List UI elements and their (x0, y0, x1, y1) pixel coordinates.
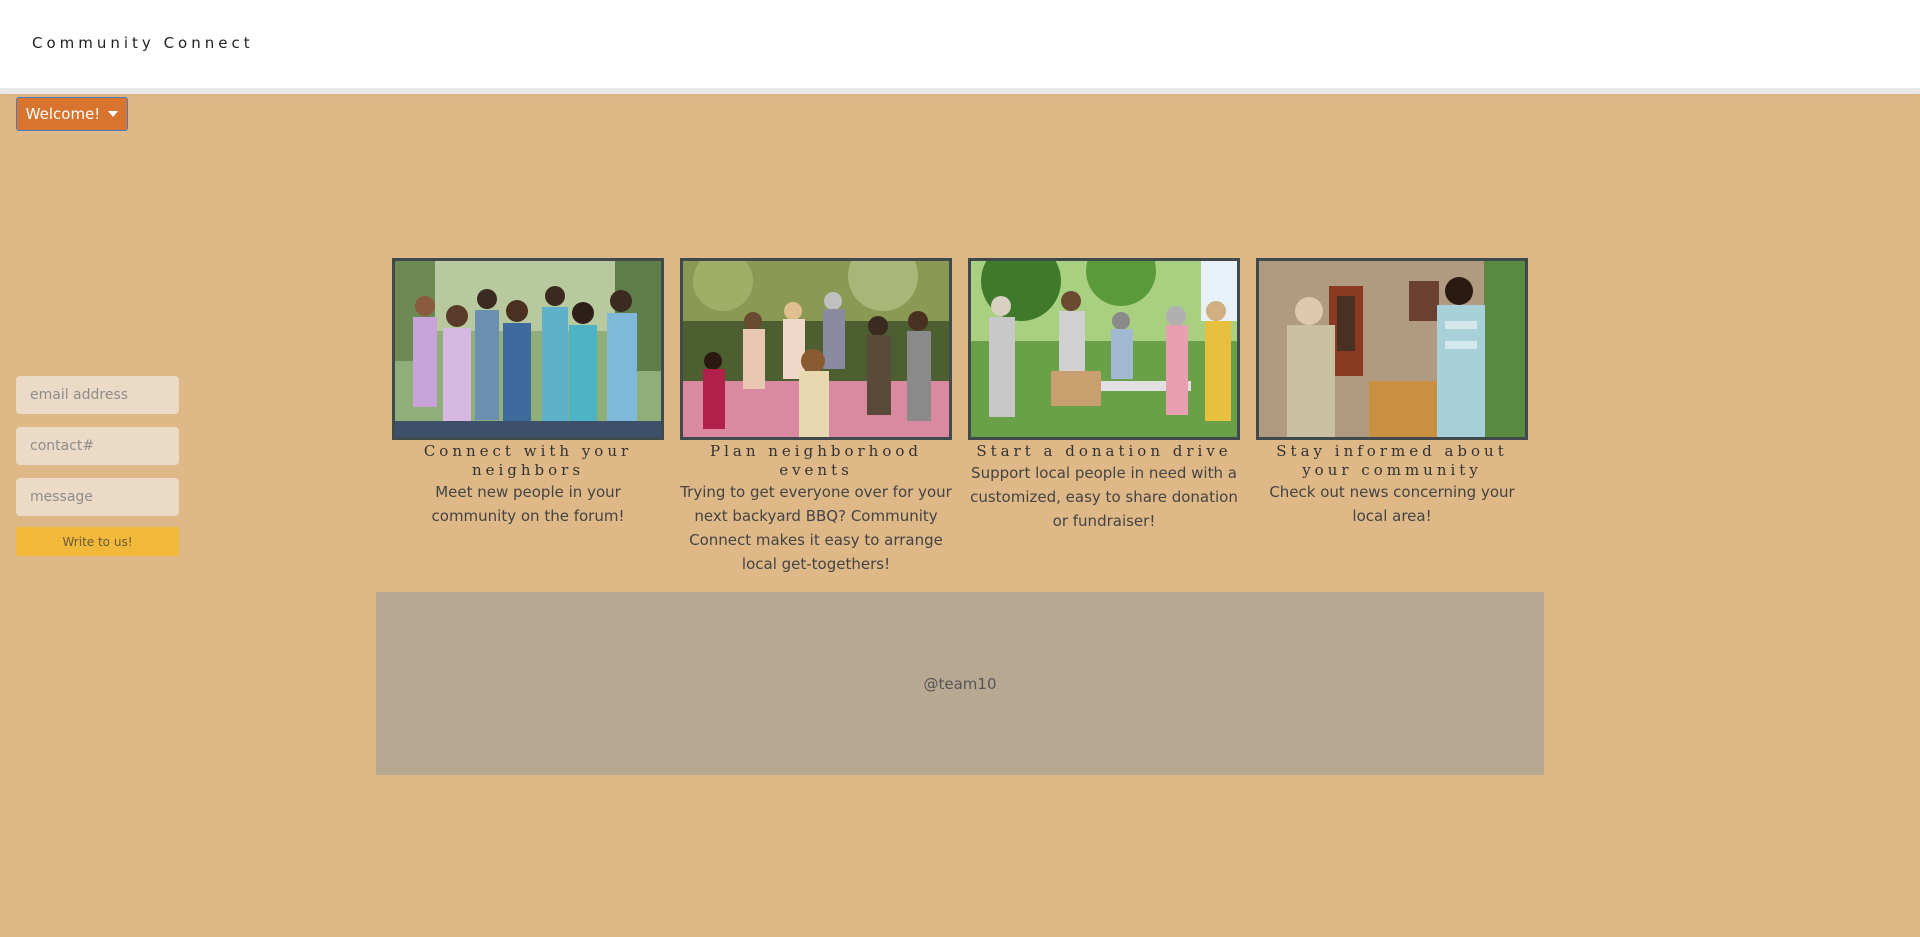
email-address-input[interactable]: email address (16, 376, 179, 414)
navbar-divider (0, 88, 1920, 94)
brand-title[interactable]: Community Connect (32, 34, 254, 52)
backyard-bbq-photo (680, 258, 952, 440)
footer: @team10 (376, 592, 1544, 775)
feature-description: Support local people in need with a cust… (970, 464, 1238, 530)
feature-card-connect: Connect with your neighbors Meet new peo… (392, 258, 664, 528)
feature-title: Connect with your neighbors (423, 442, 633, 479)
feature-title: Start a donation drive (976, 442, 1232, 460)
write-to-us-button[interactable]: Write to us! (16, 527, 179, 556)
feature-description: Trying to get everyone over for your nex… (680, 483, 952, 573)
neighbors-chatting-photo (1256, 258, 1528, 440)
top-navbar: Community Connect (0, 0, 1920, 88)
feature-title: Stay informed about your community (1276, 442, 1508, 479)
feature-cards: Connect with your neighbors Meet new peo… (392, 258, 1528, 578)
feature-description: Check out news concerning your local are… (1269, 483, 1515, 525)
feature-card-donation: Start a donation drive Support local peo… (968, 258, 1240, 533)
contact-form: email address contact# message Write to … (16, 376, 179, 556)
welcome-dropdown-label: Welcome! (25, 105, 101, 123)
feature-card-news: Stay informed about your community Check… (1256, 258, 1528, 528)
welcome-dropdown-button[interactable]: Welcome! (16, 97, 128, 131)
message-input[interactable]: message (16, 478, 179, 516)
feature-description: Meet new people in your community on the… (431, 483, 625, 525)
contact-number-input[interactable]: contact# (16, 427, 179, 465)
donation-drive-photo (968, 258, 1240, 440)
footer-text: @team10 (923, 674, 997, 693)
caret-down-icon (108, 111, 119, 117)
feature-card-events: Plan neighborhood events Trying to get e… (680, 258, 952, 576)
feature-title: Plan neighborhood events (710, 442, 922, 479)
neighbors-group-photo (392, 258, 664, 440)
